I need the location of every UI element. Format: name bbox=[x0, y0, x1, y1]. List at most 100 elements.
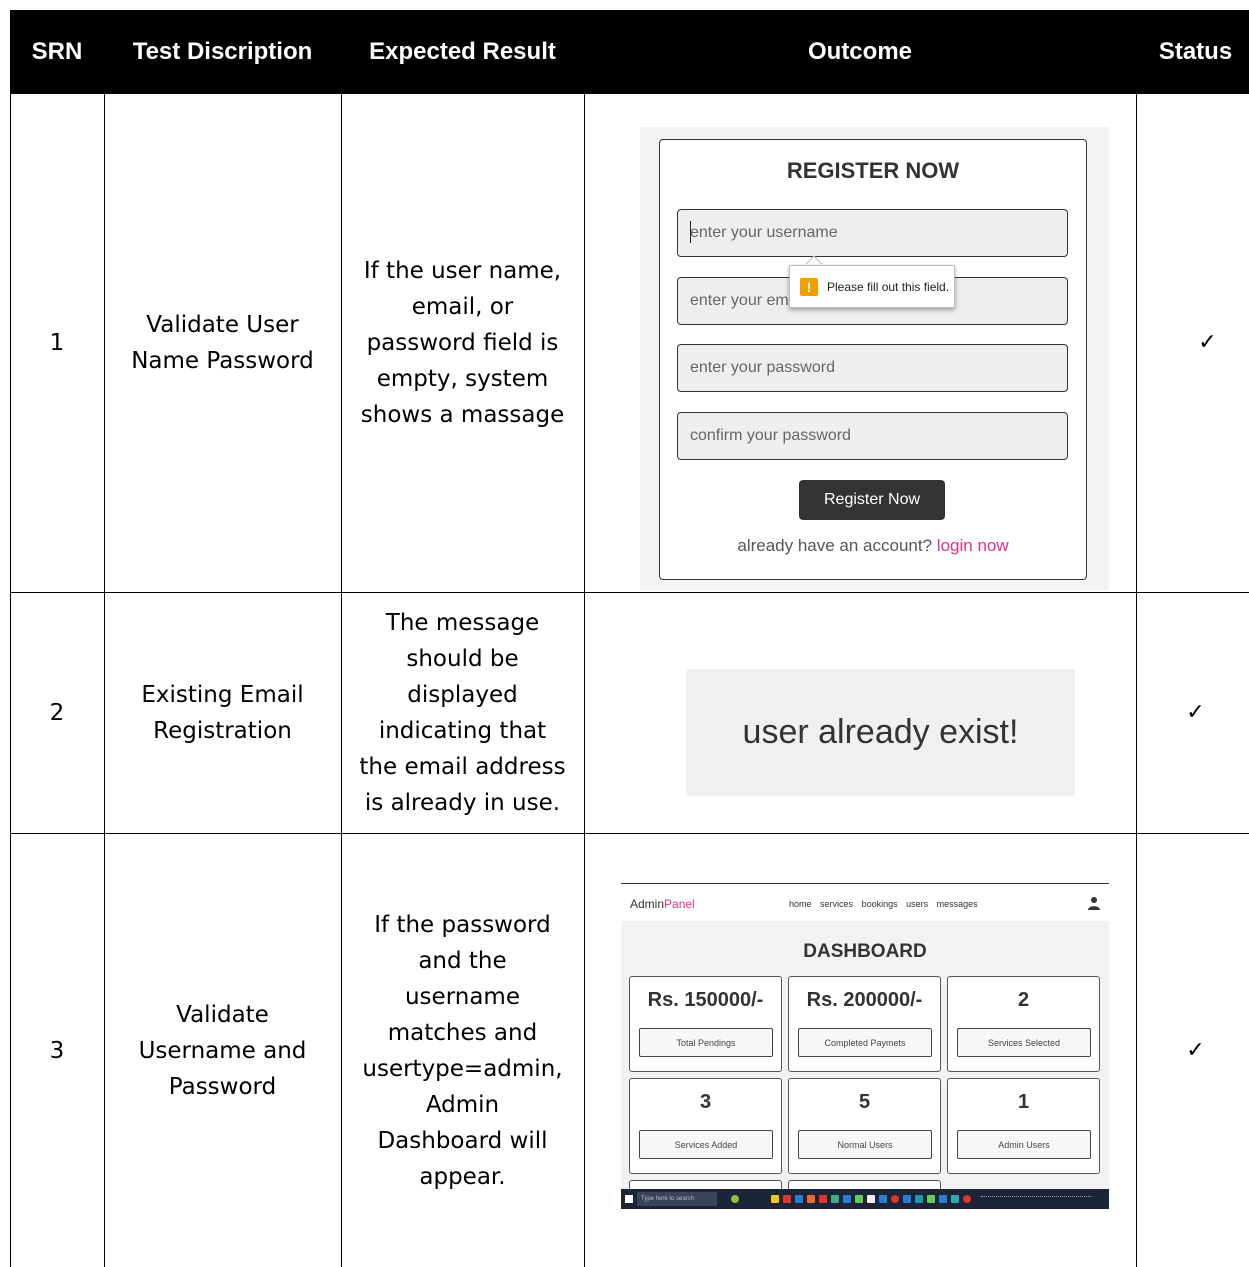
row1-test-description: Validate User Name Password bbox=[104, 94, 341, 592]
warning-icon: ! bbox=[800, 277, 818, 296]
text-line: should be bbox=[406, 646, 519, 672]
taskbar-search[interactable]: Type here to search bbox=[637, 1192, 717, 1206]
stat-card: Rs. 200000/- Completed Paymets bbox=[788, 976, 941, 1072]
row3-test-description: Validate Username and Password bbox=[104, 834, 341, 1267]
text-caret bbox=[690, 221, 691, 243]
nav-services[interactable]: services bbox=[820, 899, 853, 909]
validation-tooltip: ! Please fill out this field. bbox=[789, 265, 955, 308]
edge-icon[interactable] bbox=[915, 1195, 923, 1203]
app-icon[interactable] bbox=[867, 1195, 875, 1203]
stat-card: 1 Admin Users bbox=[947, 1078, 1100, 1174]
text-line: indicating that bbox=[378, 718, 547, 744]
text-line: Dashboard will bbox=[377, 1127, 548, 1154]
stat-card: 2 Services Selected bbox=[947, 976, 1100, 1072]
app-icon[interactable] bbox=[819, 1195, 827, 1203]
nav-bookings[interactable]: bookings bbox=[862, 899, 898, 909]
logo-text-accent: Panel bbox=[664, 897, 695, 911]
stat-value: 3 bbox=[699, 1091, 712, 1113]
app-icon[interactable] bbox=[831, 1195, 839, 1203]
user-exist-message: user already exist! bbox=[686, 669, 1075, 796]
stat-value: 5 bbox=[858, 1091, 871, 1113]
stat-card: 3 Services Added bbox=[629, 1078, 782, 1174]
text-line: If the password bbox=[374, 911, 551, 938]
app-icon[interactable] bbox=[807, 1195, 815, 1203]
login-now-link[interactable]: login now bbox=[937, 536, 1009, 555]
text-line: Password bbox=[168, 1073, 277, 1100]
stat-value: Rs. 150000/- bbox=[647, 989, 764, 1011]
text-line: If the user name, bbox=[363, 258, 562, 284]
row2-test-description: Existing Email Registration bbox=[104, 593, 341, 833]
stat-button[interactable]: Services Added bbox=[639, 1130, 773, 1159]
dashboard-nav: home services bookings users messages bbox=[789, 899, 984, 909]
text-line: usertype=admin, bbox=[362, 1055, 563, 1082]
stat-button[interactable]: Services Selected bbox=[957, 1028, 1091, 1057]
user-icon[interactable] bbox=[1088, 896, 1100, 910]
windows-taskbar: Type here to search bbox=[621, 1189, 1109, 1209]
text-line: Registration bbox=[153, 718, 292, 744]
password-field[interactable]: enter your password bbox=[677, 344, 1068, 392]
row1-srn: 1 bbox=[49, 330, 65, 356]
dashboard-title: DASHBOARD bbox=[803, 941, 927, 962]
admin-dashboard-screenshot: AdminPanel home services bookings users … bbox=[621, 883, 1109, 1209]
app-icon[interactable] bbox=[951, 1195, 959, 1203]
stat-button[interactable]: Total Pendings bbox=[639, 1028, 773, 1057]
login-prompt: already have an account? login now bbox=[659, 536, 1087, 556]
text-line: matches and bbox=[387, 1019, 538, 1046]
stat-button[interactable]: Normal Users bbox=[798, 1130, 932, 1159]
windows-start-icon[interactable] bbox=[625, 1195, 633, 1203]
grid-line bbox=[584, 94, 585, 1267]
text-line: empty, system bbox=[376, 366, 549, 392]
app-icon[interactable] bbox=[939, 1195, 947, 1203]
text-line: username bbox=[404, 983, 520, 1010]
text-line: appear. bbox=[419, 1163, 506, 1190]
text-line: and the bbox=[418, 947, 507, 974]
app-icon[interactable] bbox=[927, 1195, 935, 1203]
register-title: REGISTER NOW bbox=[786, 158, 960, 183]
text-line: Existing Email bbox=[141, 682, 304, 708]
stat-value: 1 bbox=[1017, 1091, 1030, 1113]
text-line: Validate User bbox=[146, 312, 299, 338]
nav-users[interactable]: users bbox=[906, 899, 928, 909]
stat-value: 2 bbox=[1017, 989, 1030, 1011]
row1-status-check: ✓ bbox=[1198, 330, 1217, 355]
account-text: already have an account? bbox=[737, 536, 933, 555]
stat-value: Rs. 200000/- bbox=[806, 989, 923, 1011]
stat-button[interactable]: Admin Users bbox=[957, 1130, 1091, 1159]
nav-messages[interactable]: messages bbox=[937, 899, 978, 909]
stat-card: Rs. 150000/- Total Pendings bbox=[629, 976, 782, 1072]
text-line: shows a massage bbox=[360, 402, 565, 428]
header-status: Status bbox=[1158, 38, 1233, 65]
header-expected-result: Expected Result bbox=[369, 38, 556, 65]
tooltip-text: Please fill out this field. bbox=[827, 279, 950, 294]
row3-expected-result: If the password and the username matches… bbox=[341, 834, 584, 1267]
nav-home[interactable]: home bbox=[789, 899, 812, 909]
logo-text: Admin bbox=[630, 897, 665, 911]
stat-button[interactable]: Completed Paymets bbox=[798, 1028, 932, 1057]
header-srn: SRN bbox=[31, 38, 83, 65]
text-line: The message bbox=[385, 610, 540, 636]
text-line: Name Password bbox=[131, 348, 314, 374]
app-icon[interactable] bbox=[963, 1195, 971, 1203]
folder-icon[interactable] bbox=[771, 1195, 779, 1203]
admin-panel-logo[interactable]: AdminPanel bbox=[630, 897, 695, 911]
row3-srn: 3 bbox=[49, 1037, 65, 1064]
stat-card: 5 Normal Users bbox=[788, 1078, 941, 1174]
system-tray[interactable] bbox=[981, 1196, 1091, 1202]
confirm-password-field[interactable]: confirm your password bbox=[677, 412, 1068, 460]
app-icon[interactable] bbox=[879, 1195, 887, 1203]
dashboard-header: AdminPanel home services bookings users … bbox=[621, 883, 1109, 921]
register-now-button[interactable]: Register Now bbox=[799, 480, 945, 520]
text-line: email, or bbox=[411, 294, 514, 320]
row2-expected-result: The message should be displayed indicati… bbox=[341, 593, 584, 833]
app-icon[interactable] bbox=[843, 1195, 851, 1203]
text-line: Admin bbox=[425, 1091, 500, 1118]
app-icon[interactable] bbox=[731, 1195, 739, 1203]
app-icon[interactable] bbox=[795, 1195, 803, 1203]
app-icon[interactable] bbox=[783, 1195, 791, 1203]
chrome-icon[interactable] bbox=[891, 1195, 899, 1203]
text-line: Username and bbox=[138, 1037, 307, 1064]
app-icon[interactable] bbox=[855, 1195, 863, 1203]
username-field[interactable]: enter your username bbox=[677, 209, 1068, 257]
row1-expected-result: If the user name, email, or password fie… bbox=[341, 94, 584, 592]
app-icon[interactable] bbox=[903, 1195, 911, 1203]
